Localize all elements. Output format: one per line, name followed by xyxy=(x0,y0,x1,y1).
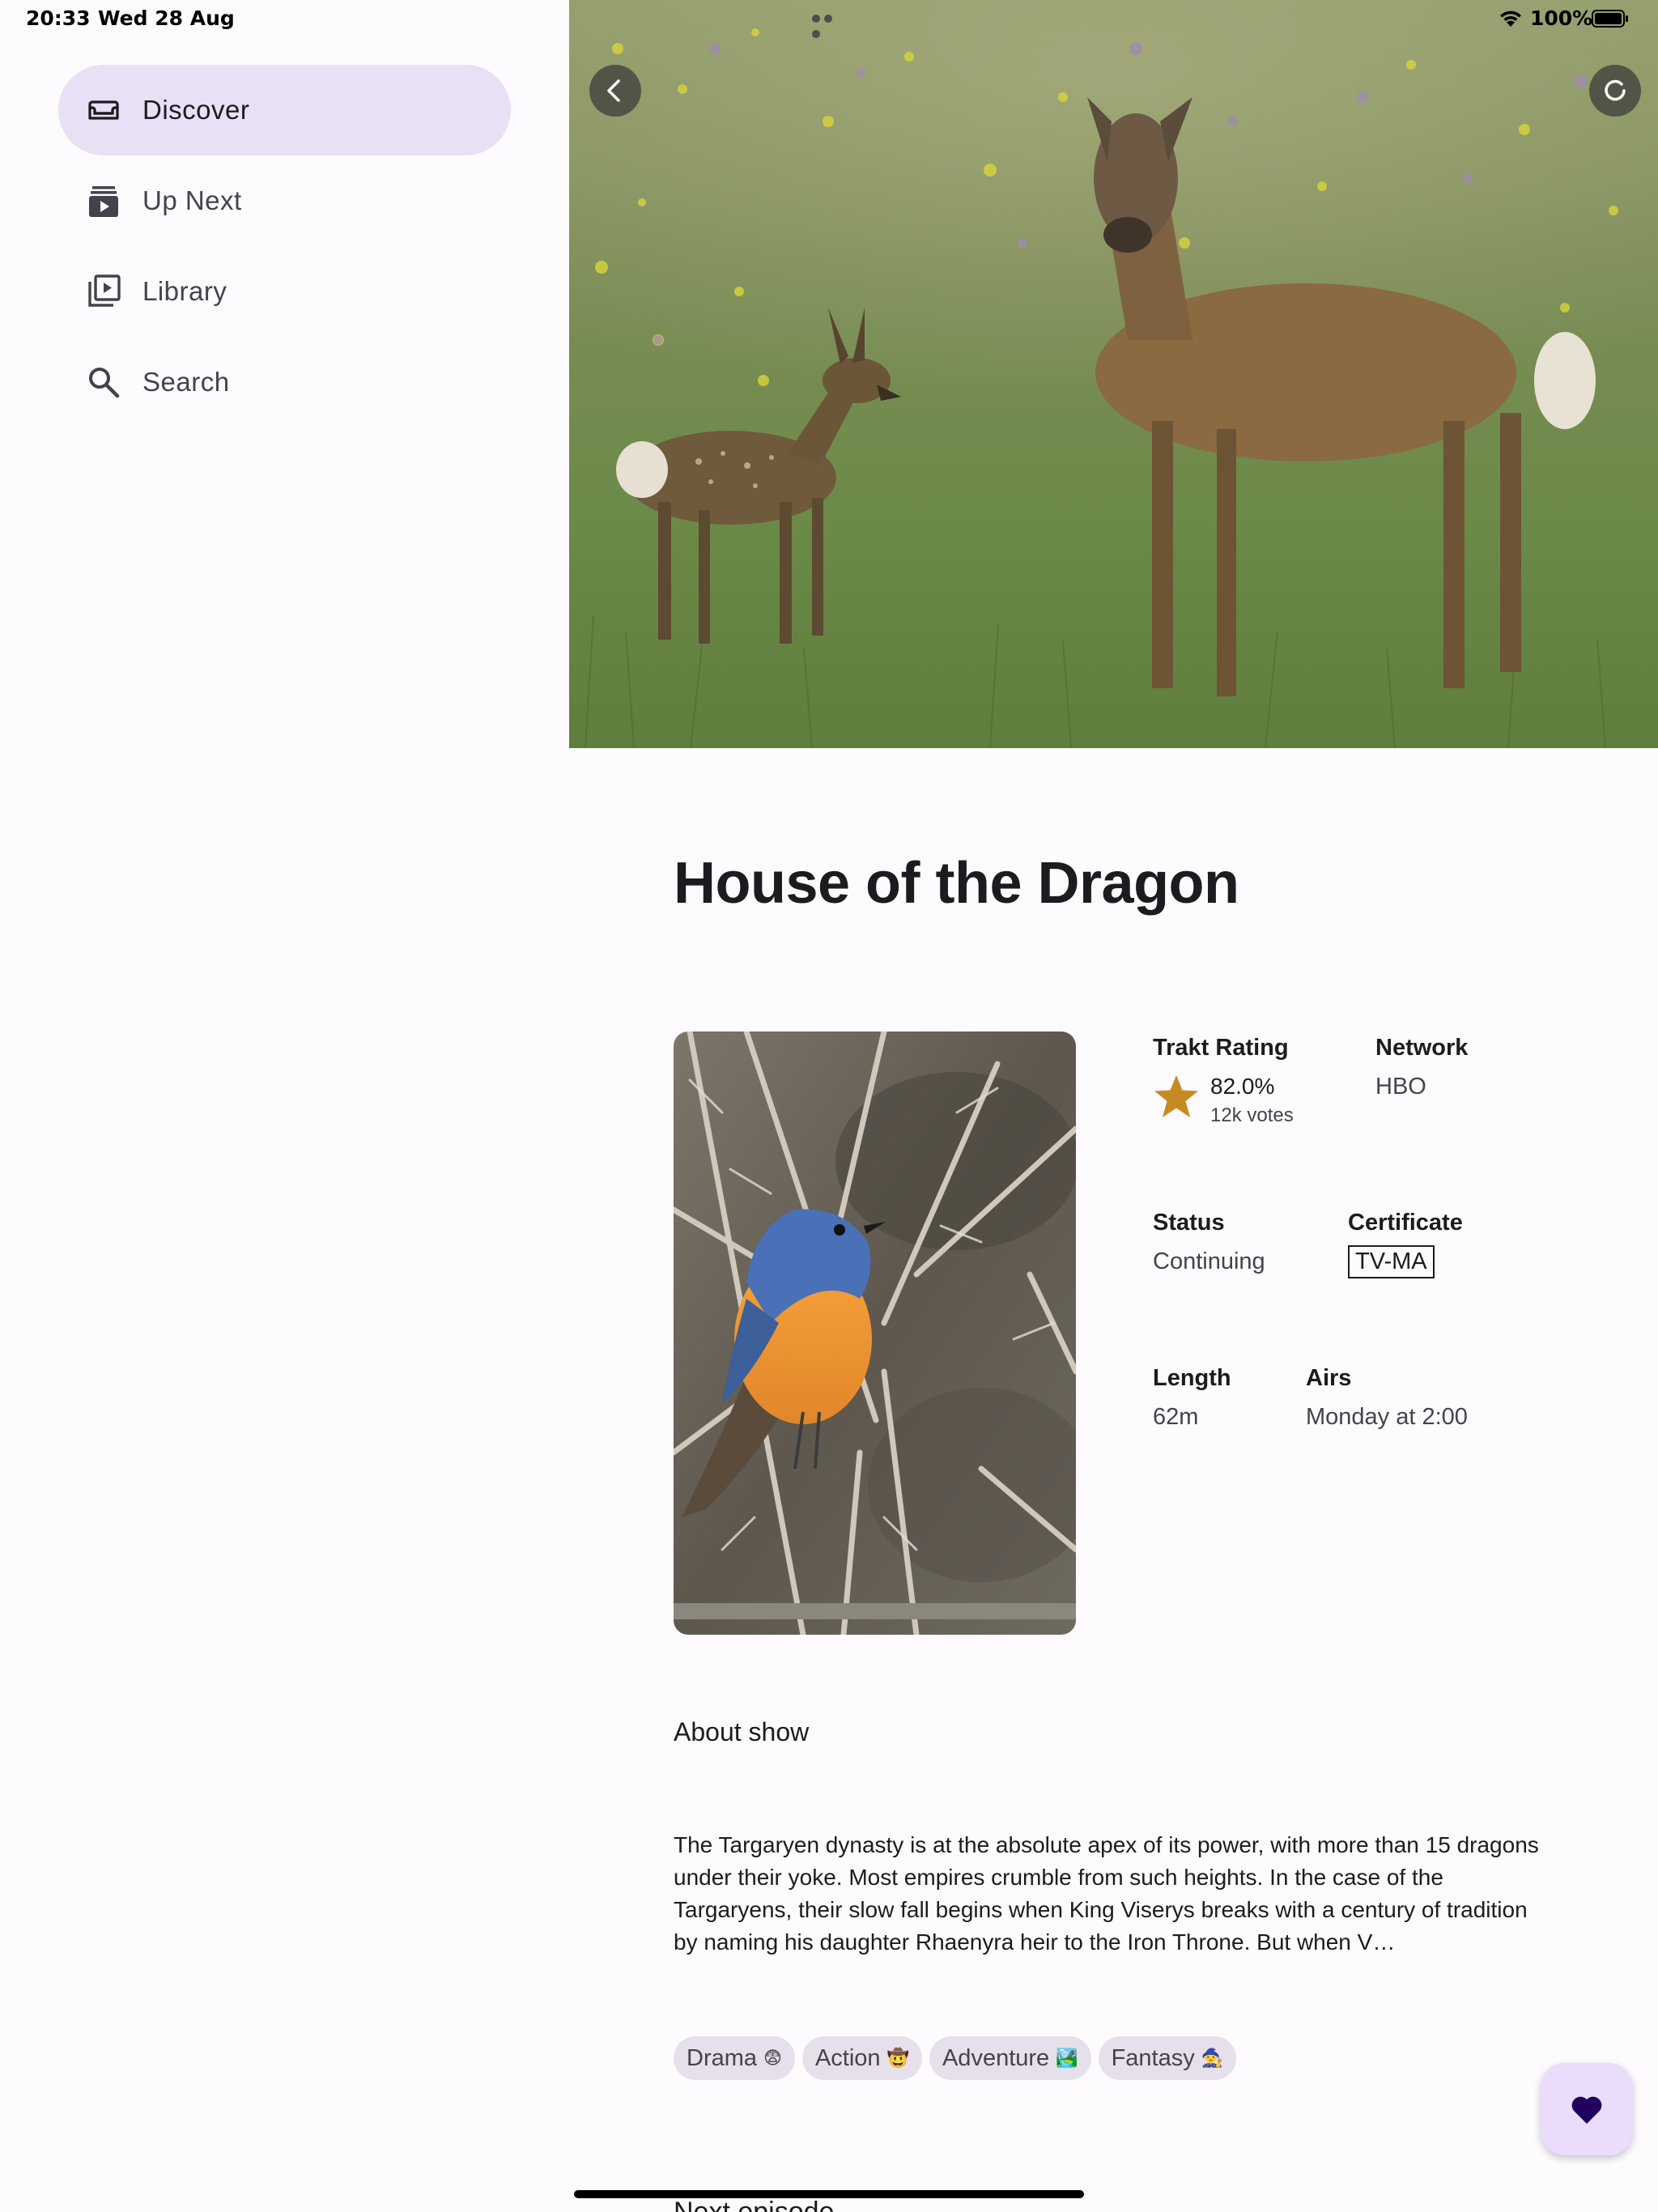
trakt-rating-label: Trakt Rating xyxy=(1153,1035,1289,1061)
status-time: 20:33 xyxy=(26,6,91,30)
status-date: Wed 28 Aug xyxy=(98,6,235,30)
fearful-face-icon: 😨 xyxy=(763,2048,782,2069)
nav-label-search: Search xyxy=(142,367,230,397)
about-heading: About show xyxy=(674,1717,810,1746)
genre-label: Fantasy xyxy=(1111,2044,1195,2071)
certificate-label: Certificate xyxy=(1348,1210,1463,1236)
nav-item-up-next[interactable]: Up Next xyxy=(58,155,511,246)
certificate-badge: TV-MA xyxy=(1348,1245,1435,1278)
trakt-votes: 12k votes xyxy=(1210,1104,1294,1126)
multitasking-dots-icon[interactable] xyxy=(812,15,848,38)
nav-item-discover[interactable]: Discover xyxy=(58,65,511,155)
backdrop-image xyxy=(569,0,1658,748)
show-title: House of the Dragon xyxy=(674,851,1239,916)
wifi-icon xyxy=(1500,11,1521,27)
nav-label-library: Library xyxy=(142,276,227,306)
network-label: Network xyxy=(1375,1035,1469,1061)
heart-icon xyxy=(1571,2096,1602,2124)
network-value: HBO xyxy=(1375,1074,1426,1100)
couch-icon xyxy=(84,91,123,130)
genre-label: Drama xyxy=(687,2044,758,2071)
favorite-button[interactable] xyxy=(1541,2063,1633,2155)
length-label: Length xyxy=(1153,1365,1231,1391)
status-bar: 20:33 Wed 28 Aug 100% xyxy=(0,0,1658,39)
genre-chip-drama[interactable]: Drama 😨 xyxy=(674,2036,795,2080)
length-value: 62m xyxy=(1153,1404,1199,1430)
back-button[interactable] xyxy=(589,65,641,117)
video-library-icon xyxy=(84,272,123,311)
queue-play-icon xyxy=(84,181,123,220)
status-label: Status xyxy=(1153,1210,1225,1236)
genre-chip-action[interactable]: Action 🤠 xyxy=(801,2036,922,2080)
landscape-icon: 🏞️ xyxy=(1056,2048,1078,2069)
battery-icon xyxy=(1592,10,1628,28)
nav-label-up-next: Up Next xyxy=(142,185,242,215)
navigation-rail: Discover Up Next Library Search xyxy=(0,0,569,2212)
next-episode-heading: Next episode xyxy=(674,2197,835,2212)
cowboy-face-icon: 🤠 xyxy=(886,2048,909,2069)
genre-label: Action xyxy=(814,2044,881,2071)
airs-value: Monday at 2:00 xyxy=(1306,1404,1468,1430)
trakt-rating-value: 82.0% xyxy=(1210,1074,1275,1099)
star-icon xyxy=(1154,1075,1198,1117)
home-indicator[interactable] xyxy=(574,2190,1084,2198)
airs-label: Airs xyxy=(1306,1365,1352,1391)
genre-chip-adventure[interactable]: Adventure 🏞️ xyxy=(929,2036,1091,2080)
wizard-icon: 🧙 xyxy=(1201,2048,1224,2069)
show-details: House of the Dragon Trakt Rating 82.0% 1… xyxy=(569,0,1658,2212)
search-icon xyxy=(84,363,123,402)
show-overview[interactable]: The Targaryen dynasty is at the absolute… xyxy=(674,1829,1556,1959)
chevron-left-icon xyxy=(607,79,620,102)
nav-item-search[interactable]: Search xyxy=(58,337,511,428)
status-value: Continuing xyxy=(1153,1249,1265,1274)
genre-chips: Drama 😨 Action 🤠 Adventure 🏞️ Fantasy 🧙 xyxy=(674,2036,1237,2080)
poster-image[interactable] xyxy=(674,1032,1076,1635)
battery-percent: 100% xyxy=(1530,6,1593,30)
refresh-icon xyxy=(1605,79,1626,101)
nav-item-library[interactable]: Library xyxy=(58,246,511,337)
refresh-button[interactable] xyxy=(1589,65,1641,117)
genre-label: Adventure xyxy=(942,2044,1050,2071)
nav-label-discover: Discover xyxy=(142,95,250,125)
genre-chip-fantasy[interactable]: Fantasy 🧙 xyxy=(1098,2036,1237,2080)
